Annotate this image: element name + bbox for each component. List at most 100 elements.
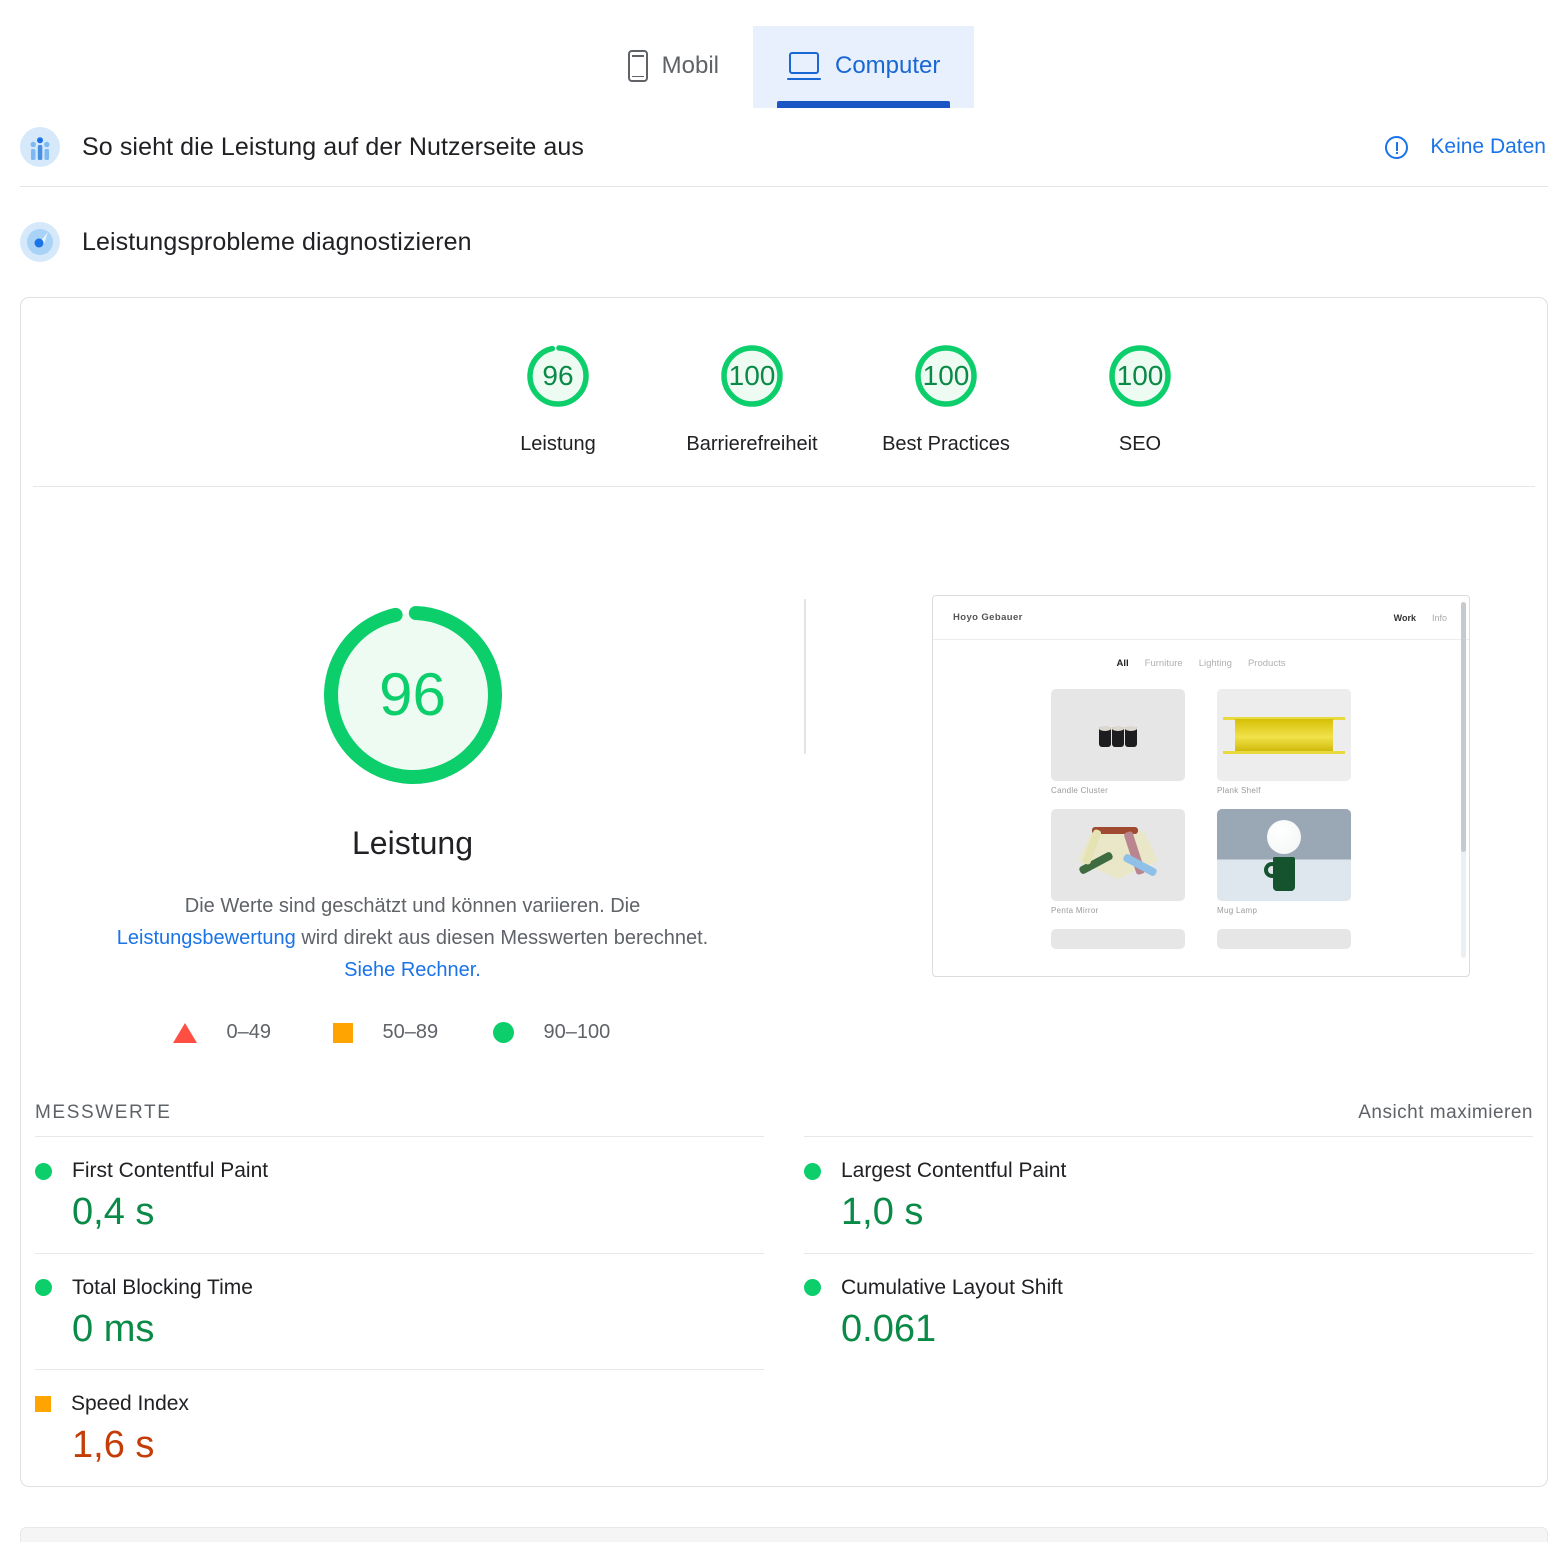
- legend-range-good: 90–100: [544, 1021, 611, 1044]
- diagnose-section-header: Leistungsprobleme diagnostizieren: [0, 187, 1568, 297]
- thumbnail-nav-work: Work: [1394, 613, 1416, 623]
- mini-gauge-barrierefreiheit-value: 100: [729, 362, 776, 390]
- circle-marker-icon: [804, 1279, 821, 1296]
- field-data-section-header: So sieht die Leistung auf der Nutzerseit…: [0, 108, 1568, 186]
- expand-view-button[interactable]: Ansicht maximieren: [1358, 1102, 1533, 1124]
- metric-name: Total Blocking Time: [72, 1276, 253, 1300]
- metric-name: Largest Contentful Paint: [841, 1159, 1066, 1183]
- performance-gauge-description: Die Werte sind geschätzt und können vari…: [100, 890, 725, 986]
- vertical-divider: [804, 599, 806, 754]
- thumbnail-filter-products: Products: [1248, 658, 1286, 669]
- legend-item-average: 50–89: [333, 1021, 493, 1044]
- tab-active-indicator: [777, 101, 950, 108]
- legend-range-average: 50–89: [383, 1021, 439, 1044]
- diagnose-icon: [20, 222, 60, 262]
- mini-gauge-seo-label: SEO: [1119, 433, 1161, 456]
- metrics-label: MESSWERTE: [35, 1102, 172, 1124]
- legend-item-good: 90–100: [493, 1021, 653, 1044]
- thumbnail-filter-furniture: Furniture: [1145, 658, 1183, 669]
- field-data-title: So sieht die Leistung auf der Nutzerseit…: [82, 133, 584, 162]
- metric-largest-contentful-paint[interactable]: Largest Contentful Paint 1,0 s: [804, 1136, 1533, 1253]
- field-data-status-label: Keine Daten: [1430, 135, 1546, 159]
- square-marker-icon: [35, 1396, 51, 1412]
- metric-first-contentful-paint[interactable]: First Contentful Paint 0,4 s: [35, 1136, 764, 1253]
- performance-gauge: 96: [313, 595, 513, 795]
- product-image-shelf: [1217, 689, 1351, 781]
- metrics-header: MESSWERTE Ansicht maximieren: [21, 1090, 1547, 1136]
- next-section-band: [20, 1527, 1548, 1542]
- thumbnail-product-card: Mug Lamp: [1217, 809, 1351, 915]
- mini-gauge-leistung-label: Leistung: [520, 433, 596, 456]
- category-score-seo[interactable]: 100 SEO: [1043, 340, 1237, 456]
- metric-total-blocking-time[interactable]: Total Blocking Time 0 ms: [35, 1253, 764, 1370]
- product-image-candle: [1051, 689, 1185, 781]
- pagespeed-report: Mobil Computer So sieht die Leistung auf…: [0, 0, 1568, 1542]
- field-data-status[interactable]: Keine Daten: [1385, 135, 1546, 159]
- metric-name: Cumulative Layout Shift: [841, 1276, 1063, 1300]
- metric-value: 0 ms: [72, 1308, 764, 1352]
- thumbnail-filter-row: All Furniture Lighting Products: [933, 658, 1469, 669]
- mini-gauge-seo: 100: [1104, 340, 1176, 412]
- product-image-partial: [1051, 929, 1185, 949]
- calculator-link[interactable]: Siehe Rechner.: [344, 959, 481, 981]
- thumbnail-filter-lighting: Lighting: [1199, 658, 1232, 669]
- metric-value: 1,0 s: [841, 1191, 1533, 1235]
- mobile-icon: [628, 50, 648, 82]
- performance-gauge-column: 96 Leistung Die Werte sind geschätzt und…: [21, 595, 804, 1044]
- product-caption-candle: Candle Cluster: [1051, 786, 1185, 795]
- metric-speed-index[interactable]: Speed Index 1,6 s: [35, 1369, 764, 1486]
- mini-gauge-best-practices-value: 100: [923, 362, 970, 390]
- category-score-barrierefreiheit[interactable]: 100 Barrierefreiheit: [655, 340, 849, 456]
- performance-gauge-title: Leistung: [352, 825, 473, 862]
- thumbnail-nav-info: Info: [1432, 613, 1447, 623]
- product-image-mirror: [1051, 809, 1185, 901]
- performance-gauge-value: 96: [379, 665, 446, 725]
- diagnose-title: Leistungsprobleme diagnostizieren: [82, 228, 472, 257]
- desc-text-1: Die Werte sind geschätzt und können vari…: [185, 895, 640, 917]
- thumbnail-scrollbar[interactable]: [1461, 602, 1466, 958]
- thumbnail-product-card: Candle Cluster: [1051, 689, 1185, 795]
- category-scores-row: 96 Leistung 100 Barrierefreiheit: [21, 298, 1547, 486]
- legend-item-poor: 0–49: [173, 1021, 333, 1044]
- mini-gauge-leistung: 96: [522, 340, 594, 412]
- mini-gauge-leistung-value: 96: [542, 362, 573, 390]
- circle-marker-icon: [35, 1163, 52, 1180]
- thumbnail-product-card: Plank Shelf: [1217, 689, 1351, 795]
- product-image-lamp: [1217, 809, 1351, 901]
- mini-gauge-seo-value: 100: [1117, 362, 1164, 390]
- circle-marker-icon: [804, 1163, 821, 1180]
- screenshot-column: Hoyo Gebauer Work Info All Furniture Lig…: [804, 595, 1547, 1044]
- thumbnail-product-grid: Candle Cluster Plank Shelf: [933, 689, 1469, 949]
- field-data-icon: [20, 127, 60, 167]
- thumbnail-product-card: Penta Mirror: [1051, 809, 1185, 915]
- thumbnail-filter-all: All: [1117, 658, 1129, 669]
- tab-desktop[interactable]: Computer: [753, 26, 974, 108]
- legend-range-poor: 0–49: [227, 1021, 272, 1044]
- performance-scoring-link[interactable]: Leistungsbewertung: [117, 927, 296, 949]
- metric-cumulative-layout-shift[interactable]: Cumulative Layout Shift 0.061: [804, 1253, 1533, 1370]
- mini-gauge-barrierefreiheit: 100: [716, 340, 788, 412]
- metric-value: 0,4 s: [72, 1191, 764, 1235]
- tab-desktop-label: Computer: [835, 54, 940, 78]
- thumbnail-site-header: Hoyo Gebauer Work Info: [933, 596, 1469, 640]
- category-score-best-practices[interactable]: 100 Best Practices: [849, 340, 1043, 456]
- lighthouse-report-card: 96 Leistung 100 Barrierefreiheit: [20, 297, 1548, 1487]
- category-score-leistung[interactable]: 96 Leistung: [461, 340, 655, 456]
- metric-value: 1,6 s: [72, 1424, 764, 1468]
- metric-value: 0.061: [841, 1308, 1533, 1352]
- device-tab-bar: Mobil Computer: [0, 0, 1568, 108]
- desc-text-2: wird direkt aus diesen Messwerten berech…: [296, 927, 708, 949]
- thumbnail-site-logo: Hoyo Gebauer: [953, 612, 1023, 623]
- tab-mobile[interactable]: Mobil: [594, 26, 753, 108]
- info-circle-icon: [1385, 136, 1408, 159]
- mini-gauge-barrierefreiheit-label: Barrierefreiheit: [686, 433, 817, 456]
- metrics-grid: First Contentful Paint 0,4 s Largest Con…: [21, 1136, 1547, 1486]
- score-legend: 0–49 50–89 90–100: [173, 1021, 653, 1044]
- tab-mobile-label: Mobil: [662, 54, 719, 78]
- product-caption-lamp: Mug Lamp: [1217, 906, 1351, 915]
- thumbnail-site-nav: Work Info: [1394, 613, 1447, 623]
- product-caption-shelf: Plank Shelf: [1217, 786, 1351, 795]
- mini-gauge-best-practices-label: Best Practices: [882, 433, 1010, 456]
- product-image-partial: [1217, 929, 1351, 949]
- page-screenshot-thumbnail[interactable]: Hoyo Gebauer Work Info All Furniture Lig…: [932, 595, 1470, 977]
